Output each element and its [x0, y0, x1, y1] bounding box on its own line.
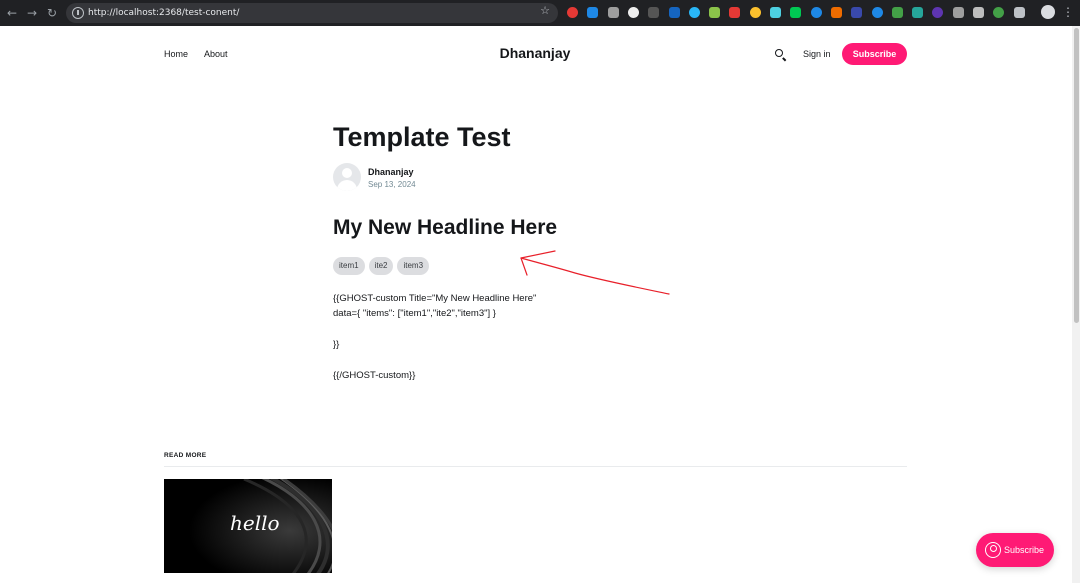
browser-extension-icon[interactable] [973, 7, 984, 18]
site-brand[interactable]: Dhananjay [0, 45, 1070, 61]
browser-extension-icon[interactable] [688, 7, 700, 18]
browser-extension-icon[interactable] [648, 7, 660, 18]
browser-menu-icon[interactable]: ⋮ [1062, 4, 1074, 20]
author-name[interactable]: Dhananjay [368, 167, 414, 178]
forward-icon[interactable]: → [24, 5, 40, 21]
user-circle-icon [985, 542, 1001, 558]
tag-list: item1 ite2 item3 [333, 257, 430, 275]
search-icon[interactable] [775, 49, 783, 57]
custom-headline: My New Headline Here [333, 216, 558, 239]
body-text-line: data={ "items": ["item1","ite2","item3"]… [333, 308, 496, 319]
portal-subscribe-label: Subscribe [1004, 545, 1045, 555]
reload-icon[interactable]: ↻ [44, 5, 60, 21]
bookmark-star-icon[interactable]: ☆ [540, 4, 550, 17]
post-date: Sep 13, 2024 [368, 180, 416, 189]
author-avatar[interactable] [333, 163, 361, 191]
subscribe-button[interactable]: Subscribe [842, 43, 907, 65]
browser-extension-icon[interactable] [668, 7, 680, 18]
browser-toolbar: ← → ↻ http://localhost:2368/test-conent/… [0, 0, 1080, 26]
site-info-icon[interactable] [72, 7, 84, 19]
post-card-thumbnail[interactable]: hello [164, 479, 332, 573]
site-header: Home About Dhananjay Sign in Subscribe [0, 26, 1080, 82]
browser-extension-icon[interactable] [790, 7, 802, 18]
address-bar[interactable]: http://localhost:2368/test-conent/ ☆ [66, 3, 558, 23]
signin-link[interactable]: Sign in [803, 49, 831, 59]
avatar-head-shape [342, 168, 352, 178]
annotation-arrow [520, 250, 670, 295]
avatar-body-shape [337, 180, 357, 191]
browser-extension-icon[interactable] [993, 7, 1005, 18]
browser-extension-icon[interactable] [830, 7, 842, 18]
tag-chip: item3 [397, 257, 430, 275]
browser-extension-icon[interactable] [1013, 7, 1025, 18]
body-text-line: }} [333, 339, 340, 350]
profile-avatar-icon[interactable] [1041, 5, 1055, 19]
browser-extension-icon[interactable] [567, 7, 578, 18]
read-more-heading: READ MORE [164, 452, 207, 459]
browser-extension-icon[interactable] [810, 7, 822, 18]
back-icon[interactable]: ← [4, 5, 20, 21]
body-text-line: {{/GHOST-custom}} [333, 370, 416, 381]
tag-chip: ite2 [368, 257, 394, 275]
thumbnail-hello-text: hello [230, 511, 280, 535]
browser-extension-icon[interactable] [851, 7, 863, 18]
browser-extension-icon[interactable] [607, 7, 619, 18]
portal-subscribe-button[interactable]: Subscribe [976, 533, 1054, 567]
browser-extension-icon[interactable] [587, 7, 599, 18]
browser-extension-icon[interactable] [627, 7, 639, 18]
browser-extension-icon[interactable] [891, 7, 903, 18]
post-title: Template Test [333, 122, 511, 152]
section-divider [164, 466, 907, 467]
browser-extension-icon[interactable] [729, 7, 741, 18]
body-text-line: {{GHOST-custom Title="My New Headline He… [333, 293, 537, 304]
browser-extension-icon[interactable] [749, 7, 761, 18]
tag-chip: item1 [333, 257, 365, 275]
page-scrollbar-thumb[interactable] [1074, 28, 1079, 323]
browser-extension-icon[interactable] [709, 7, 721, 18]
browser-extension-icon[interactable] [871, 7, 883, 18]
browser-extension-icon[interactable] [952, 7, 964, 18]
browser-extension-icon[interactable] [912, 7, 924, 18]
url-text: http://localhost:2368/test-conent/ [88, 8, 240, 18]
browser-extension-icon[interactable] [932, 7, 944, 18]
browser-extension-icon[interactable] [770, 7, 781, 18]
